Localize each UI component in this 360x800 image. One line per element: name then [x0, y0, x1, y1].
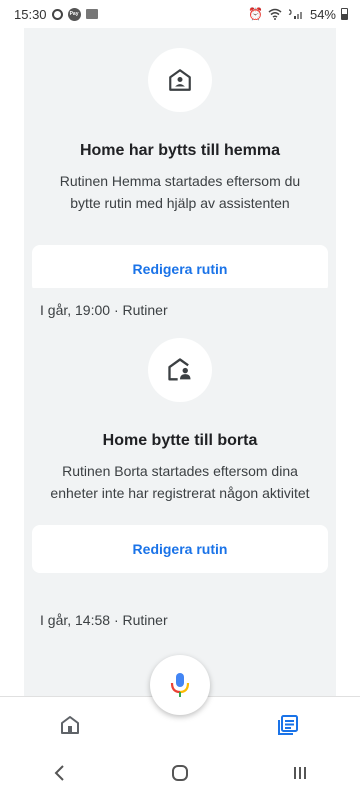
routine-card-away: I går, 19:00 · Rutiner Home bytte till b… [24, 288, 336, 613]
card-description: Rutinen Hemma startades eftersom du bytt… [59, 173, 301, 211]
wifi-icon [268, 8, 282, 20]
status-left: 15:30 Pay [14, 7, 98, 22]
pay-icon: Pay [67, 7, 81, 21]
status-bar: 15:30 Pay ⏰ 54% [0, 0, 360, 28]
home-person-icon [169, 69, 191, 91]
notification-dot-icon [51, 8, 63, 20]
card-description: Rutinen Borta startades eftersom dina en… [50, 463, 310, 501]
status-right: ⏰ 54% [248, 7, 348, 22]
edit-routine-button[interactable]: Redigera rutin [32, 245, 328, 293]
edit-routine-button[interactable]: Redigera rutin [32, 525, 328, 573]
home-away-person-icon [168, 358, 191, 381]
card-title: Home har bytts till hemma [79, 142, 281, 159]
activity-feed[interactable]: Home har bytts till hemma Rutinen Hemma … [0, 28, 360, 696]
feed-icon [278, 715, 298, 735]
alarm-icon: ⏰ [248, 7, 263, 21]
card-timestamp: I går, 19:00 · Rutiner [40, 302, 168, 318]
card-timestamp: I går, 14:58 · Rutiner [40, 612, 168, 628]
home-circle-icon [172, 765, 188, 781]
card-title: Home bytte till borta [102, 432, 258, 449]
card-icon-circle [148, 338, 212, 402]
recents-button[interactable] [270, 764, 330, 788]
microphone-icon [170, 673, 190, 697]
nav-home-tab[interactable] [58, 713, 82, 742]
routine-card-home: Home har bytts till hemma Rutinen Hemma … [24, 28, 336, 302]
battery-icon [341, 8, 348, 20]
home-icon [61, 716, 79, 734]
signal-icon [288, 9, 302, 19]
assistant-mic-button[interactable] [150, 655, 210, 715]
home-system-button[interactable] [150, 764, 210, 788]
battery-percent: 54% [309, 6, 336, 22]
nav-feed-tab[interactable] [276, 713, 300, 742]
system-navigation [0, 752, 360, 800]
status-time: 15:30 [14, 6, 47, 22]
gallery-icon [85, 9, 98, 19]
recents-icon [294, 767, 306, 779]
back-icon [54, 765, 64, 781]
card-icon-circle [148, 48, 212, 112]
back-button[interactable] [30, 764, 90, 788]
